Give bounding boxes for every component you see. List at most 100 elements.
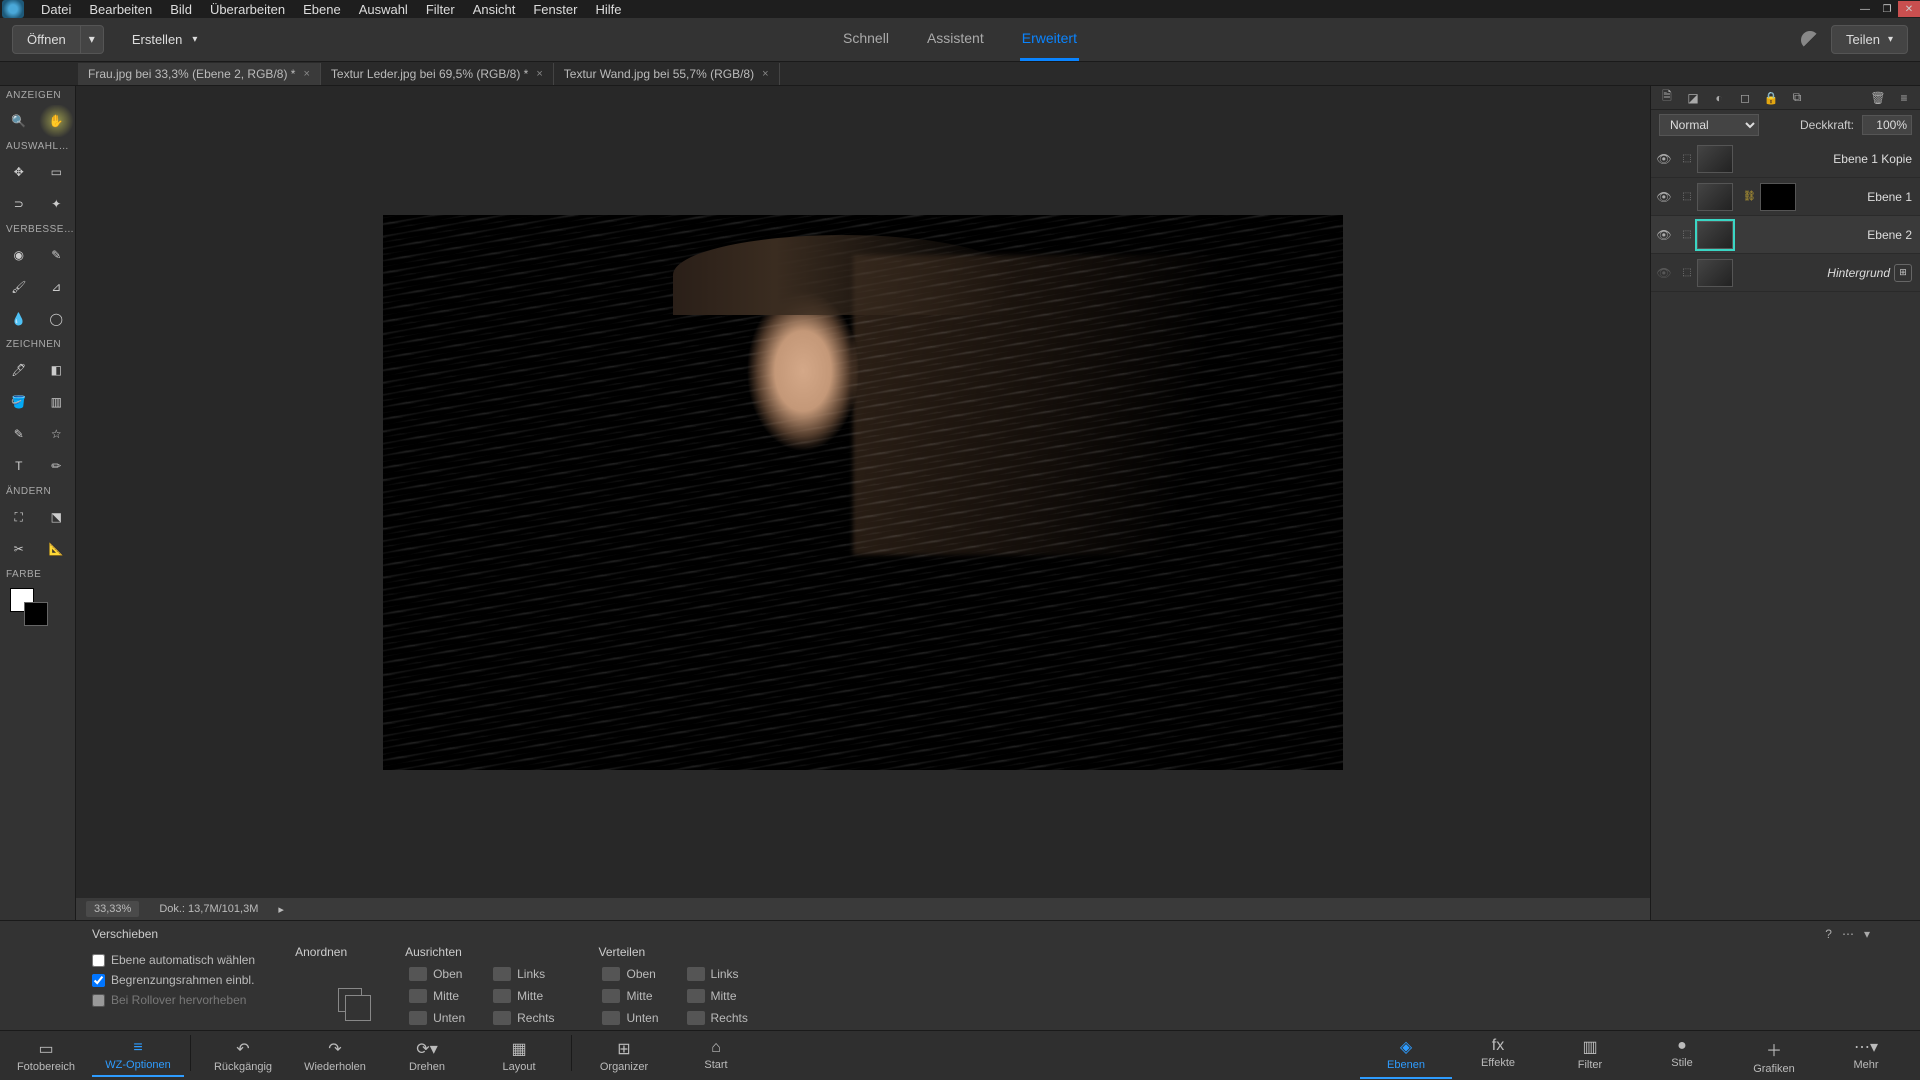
layer-thumb[interactable] <box>1697 183 1733 211</box>
move-tool[interactable]: ✥ <box>0 156 38 188</box>
doc-tab-3[interactable]: Textur Wand.jpg bei 55,7% (RGB/8) × <box>554 63 780 85</box>
background-color[interactable] <box>24 602 48 626</box>
minimize-button[interactable]: — <box>1854 1 1876 17</box>
close-icon[interactable]: × <box>303 68 309 80</box>
redeye-tool[interactable]: ◉ <box>0 239 38 271</box>
help-icon[interactable]: ? <box>1825 927 1832 941</box>
mode-expert[interactable]: Erweitert <box>1020 18 1079 61</box>
eyedropper-tool[interactable]: ✎ <box>0 418 38 450</box>
dist-right[interactable]: Rechts <box>683 1009 752 1027</box>
marquee-tool[interactable]: ▭ <box>38 156 76 188</box>
open-dropdown[interactable]: ▾ <box>81 25 104 54</box>
align-center[interactable]: Mitte <box>489 987 558 1005</box>
maximize-button[interactable]: ❐ <box>1876 1 1898 17</box>
mask-icon[interactable]: ◻ <box>1737 90 1753 106</box>
menu-datei[interactable]: Datei <box>32 0 80 19</box>
hand-tool[interactable]: ✋ <box>38 105 76 137</box>
link-icon[interactable]: ⧉ <box>1789 90 1805 106</box>
close-button[interactable]: ✕ <box>1898 1 1920 17</box>
rollover-checkbox[interactable]: Bei Rollover hervorheben <box>92 993 255 1007</box>
bb-redo[interactable]: ↷Wiederholen <box>289 1035 381 1077</box>
new-group-icon[interactable]: ◪ <box>1685 90 1701 106</box>
create-button[interactable]: Erstellen <box>122 26 208 53</box>
blend-mode-select[interactable]: Normal <box>1659 114 1759 136</box>
doc-tab-2[interactable]: Textur Leder.jpg bei 69,5% (RGB/8) * × <box>321 63 554 85</box>
status-arrow[interactable]: ▸ <box>278 903 284 916</box>
bb-fotobereich[interactable]: ▭Fotobereich <box>0 1035 92 1077</box>
bb-filter[interactable]: ▥Filter <box>1544 1033 1636 1079</box>
clone-tool[interactable]: ⊿ <box>38 271 76 303</box>
layer-mask[interactable] <box>1760 183 1796 211</box>
menu-fenster[interactable]: Fenster <box>524 0 586 19</box>
text-tool[interactable]: T <box>0 450 38 482</box>
share-button[interactable]: Teilen <box>1831 25 1908 54</box>
collapse-icon[interactable]: ▾ <box>1864 927 1870 941</box>
layer-row[interactable]: 👁 ⬚ Hintergrund ⊞ <box>1651 254 1920 292</box>
options-menu-icon[interactable]: ⋯ <box>1842 927 1854 941</box>
fill-tool[interactable]: 🪣 <box>0 386 38 418</box>
shape-tool[interactable]: ☆ <box>38 418 76 450</box>
dist-bottom[interactable]: Unten <box>598 1009 662 1027</box>
close-icon[interactable]: × <box>536 68 542 80</box>
visibility-icon[interactable]: 👁 <box>1651 266 1677 280</box>
crop-tool[interactable]: ⛶ <box>0 501 38 533</box>
canvas[interactable] <box>76 86 1650 898</box>
content-move-tool[interactable]: ✂ <box>0 533 38 565</box>
sponge-tool[interactable]: ◯ <box>38 303 76 335</box>
recompose-tool[interactable]: ⬔ <box>38 501 76 533</box>
menu-bild[interactable]: Bild <box>161 0 201 19</box>
lasso-tool[interactable]: ⊃ <box>0 188 38 220</box>
layer-row[interactable]: 👁 ⬚ Ebene 1 Kopie <box>1651 140 1920 178</box>
visibility-icon[interactable]: 👁 <box>1651 152 1677 166</box>
align-left[interactable]: Links <box>489 965 558 983</box>
opacity-input[interactable] <box>1862 115 1912 135</box>
blur-tool[interactable]: 💧 <box>0 303 38 335</box>
bb-mehr[interactable]: ⋯▾Mehr <box>1820 1033 1912 1079</box>
lock-slot[interactable]: ⬚ <box>1677 229 1697 240</box>
straighten-tool[interactable]: 📐 <box>38 533 76 565</box>
mode-quick[interactable]: Schnell <box>841 18 891 61</box>
color-swatches[interactable] <box>0 584 75 634</box>
dist-middle[interactable]: Mitte <box>598 987 662 1005</box>
bb-stile[interactable]: ●Stile <box>1636 1033 1728 1079</box>
lock-slot[interactable]: ⬚ <box>1677 153 1697 164</box>
bb-undo[interactable]: ↶Rückgängig <box>197 1035 289 1077</box>
lock-slot[interactable]: ⬚ <box>1677 191 1697 202</box>
bb-organizer[interactable]: ⊞Organizer <box>578 1035 670 1077</box>
layer-thumb[interactable] <box>1697 221 1733 249</box>
visibility-icon[interactable]: 👁 <box>1651 190 1677 204</box>
bb-effekte[interactable]: fxEffekte <box>1452 1033 1544 1079</box>
spot-heal-tool[interactable]: ✎ <box>38 239 76 271</box>
layer-row[interactable]: 👁 ⬚ Ebene 2 <box>1651 216 1920 254</box>
auto-select-checkbox[interactable]: Ebene automatisch wählen <box>92 953 255 967</box>
bb-ebenen[interactable]: ◈Ebenen <box>1360 1033 1452 1079</box>
smart-brush-tool[interactable]: 🖌 <box>0 271 38 303</box>
open-button[interactable]: Öffnen <box>12 25 81 54</box>
new-layer-icon[interactable]: 🗎 <box>1659 90 1675 106</box>
doc-tab-1[interactable]: Frau.jpg bei 33,3% (Ebene 2, RGB/8) * × <box>78 63 321 85</box>
align-right[interactable]: Rechts <box>489 1009 558 1027</box>
bb-start[interactable]: ⌂Start <box>670 1035 762 1077</box>
arrange-icon[interactable] <box>335 985 365 1015</box>
pencil-tool[interactable]: ✏ <box>38 450 76 482</box>
dist-left[interactable]: Links <box>683 965 752 983</box>
panel-menu-icon[interactable]: ≡ <box>1896 90 1912 106</box>
brush-tool[interactable]: 🖊 <box>0 354 38 386</box>
wand-tool[interactable]: ✦ <box>38 188 76 220</box>
eraser-tool[interactable]: ◧ <box>38 354 76 386</box>
layer-thumb[interactable] <box>1697 259 1733 287</box>
align-middle[interactable]: Mitte <box>405 987 469 1005</box>
layer-thumb[interactable] <box>1697 145 1733 173</box>
menu-ueberarbeiten[interactable]: Überarbeiten <box>201 0 294 19</box>
close-icon[interactable]: × <box>762 68 768 80</box>
menu-hilfe[interactable]: Hilfe <box>586 0 630 19</box>
dist-center[interactable]: Mitte <box>683 987 752 1005</box>
mode-guided[interactable]: Assistent <box>925 18 986 61</box>
menu-filter[interactable]: Filter <box>417 0 464 19</box>
zoom-value[interactable]: 33,33% <box>86 901 139 917</box>
zoom-tool[interactable]: 🔍 <box>0 105 38 137</box>
dist-top[interactable]: Oben <box>598 965 662 983</box>
align-top[interactable]: Oben <box>405 965 469 983</box>
menu-ebene[interactable]: Ebene <box>294 0 350 19</box>
gradient-tool[interactable]: ▥ <box>38 386 76 418</box>
